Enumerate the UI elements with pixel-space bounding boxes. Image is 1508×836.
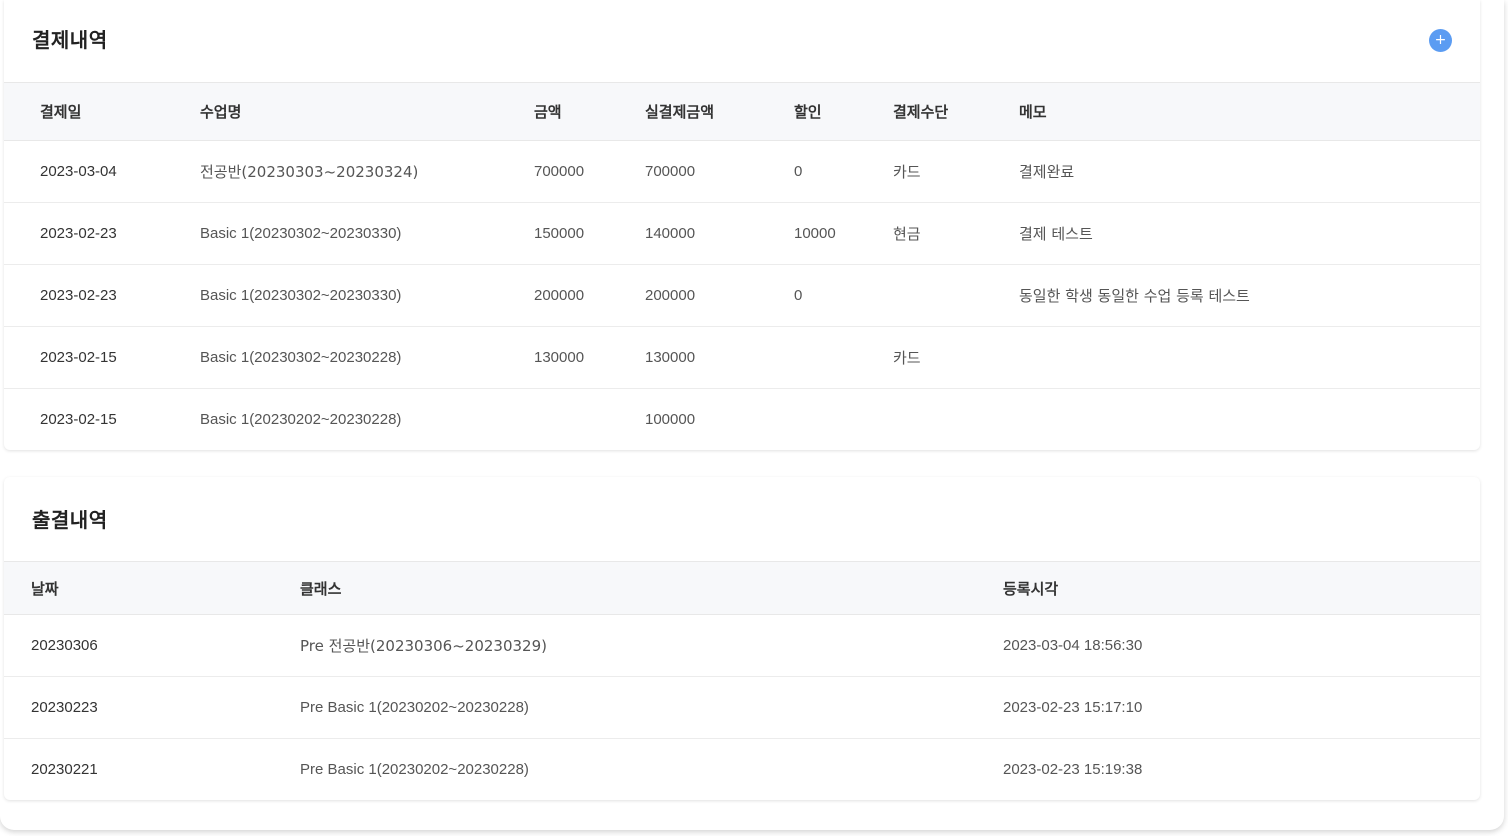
payment-date: 2023-02-23 bbox=[4, 264, 200, 327]
payment-amount: 150000 bbox=[534, 202, 645, 265]
attendance-date: 20230306 bbox=[4, 614, 300, 677]
payment-table: 결제일 수업명 금액 실결제금액 할인 결제수단 메모 2023-03-04 전… bbox=[4, 82, 1480, 450]
payment-class-name: Basic 1(20230302~20230330) bbox=[200, 202, 534, 265]
payment-paid-amount: 140000 bbox=[645, 202, 794, 265]
attendance-class: Pre Basic 1(20230202~20230228) bbox=[300, 676, 1003, 739]
payment-row[interactable]: 2023-02-15 Basic 1(20230202~20230228) 10… bbox=[4, 389, 1480, 451]
attendance-class: Pre Basic 1(20230202~20230228) bbox=[300, 761, 529, 779]
attendance-registered-time: 2023-02-23 15:19:38 bbox=[1003, 761, 1143, 779]
payment-date: 2023-03-04 bbox=[4, 140, 200, 203]
attendance-row[interactable]: 20230306 Pre 전공반(20230306~20230329) 2023… bbox=[4, 614, 1480, 677]
payment-method: 카드 bbox=[893, 326, 1019, 389]
attendance-row[interactable]: 20230221 Pre Basic 1(20230202~20230228) … bbox=[4, 739, 1480, 801]
attendance-history-card: 출결내역 날짜 클래스 등록시각 20230306 Pre 전공반(202303… bbox=[4, 477, 1480, 800]
payment-amount: 200000 bbox=[534, 264, 645, 327]
payment-class-name: Basic 1(20230302~20230228) bbox=[200, 326, 534, 389]
payment-paid-amount: 200000 bbox=[645, 264, 794, 327]
payment-paid-amount: 100000 bbox=[645, 411, 696, 429]
attendance-history-title: 출결내역 bbox=[32, 508, 108, 532]
column-header-class[interactable]: 클래스 bbox=[300, 561, 1003, 615]
payment-row[interactable]: 2023-02-23 Basic 1(20230302~20230330) 15… bbox=[4, 202, 1480, 265]
payment-paid-amount: 700000 bbox=[645, 140, 794, 203]
payment-class-name: Basic 1(20230202~20230228) bbox=[200, 411, 402, 429]
payment-date: 2023-02-15 bbox=[40, 411, 117, 429]
payment-discount: 10000 bbox=[794, 202, 893, 265]
column-header-payment-date[interactable]: 결제일 bbox=[4, 82, 200, 141]
column-header-paid-amount[interactable]: 실결제금액 bbox=[645, 82, 794, 141]
payment-amount: 700000 bbox=[534, 140, 645, 203]
attendance-table-header: 날짜 클래스 등록시각 bbox=[4, 561, 1480, 615]
attendance-class: Pre 전공반(20230306~20230329) bbox=[300, 614, 1003, 677]
column-header-class-name[interactable]: 수업명 bbox=[200, 82, 534, 141]
payment-history-title: 결제내역 bbox=[32, 28, 108, 52]
payment-row[interactable]: 2023-02-15 Basic 1(20230302~20230228) 13… bbox=[4, 326, 1480, 389]
column-header-amount[interactable]: 금액 bbox=[534, 82, 645, 141]
column-header-payment-method[interactable]: 결제수단 bbox=[893, 82, 1019, 141]
payment-row[interactable]: 2023-02-23 Basic 1(20230302~20230330) 20… bbox=[4, 264, 1480, 327]
attendance-row[interactable]: 20230223 Pre Basic 1(20230202~20230228) … bbox=[4, 676, 1480, 739]
payment-discount: 0 bbox=[794, 140, 893, 203]
column-header-memo[interactable]: 메모 bbox=[1019, 82, 1480, 141]
attendance-date: 20230223 bbox=[4, 676, 300, 739]
attendance-registered-time: 2023-02-23 15:17:10 bbox=[1003, 676, 1480, 739]
payment-amount: 130000 bbox=[534, 326, 645, 389]
payment-method: 현금 bbox=[893, 202, 1019, 265]
attendance-registered-time: 2023-03-04 18:56:30 bbox=[1003, 614, 1480, 677]
payment-paid-amount: 130000 bbox=[645, 326, 794, 389]
payment-discount: 0 bbox=[794, 264, 893, 327]
payment-amount bbox=[534, 389, 645, 451]
payment-method bbox=[893, 264, 1019, 327]
payment-memo: 동일한 학생 동일한 수업 등록 테스트 bbox=[1019, 264, 1480, 327]
payment-memo bbox=[1019, 326, 1480, 389]
payment-date: 2023-02-23 bbox=[4, 202, 200, 265]
payment-table-header: 결제일 수업명 금액 실결제금액 할인 결제수단 메모 bbox=[4, 82, 1480, 141]
payment-row[interactable]: 2023-03-04 전공반(20230303~20230324) 700000… bbox=[4, 140, 1480, 203]
column-header-date[interactable]: 날짜 bbox=[4, 561, 300, 615]
column-header-discount[interactable]: 할인 bbox=[794, 82, 893, 141]
payment-memo bbox=[1019, 389, 1480, 451]
payment-discount bbox=[794, 389, 893, 451]
column-header-registered-time[interactable]: 등록시각 bbox=[1003, 561, 1480, 615]
attendance-table: 날짜 클래스 등록시각 20230306 Pre 전공반(20230306~20… bbox=[4, 561, 1480, 800]
payment-history-card: 결제내역 + 결제일 수업명 금액 실결제금액 할인 결제수단 메모 2023- bbox=[4, 0, 1480, 450]
payment-method: 카드 bbox=[893, 140, 1019, 203]
page-container: 결제내역 + 결제일 수업명 금액 실결제금액 할인 결제수단 메모 2023- bbox=[0, 0, 1504, 830]
payment-class-name: Basic 1(20230302~20230330) bbox=[200, 264, 534, 327]
payment-class-name: 전공반(20230303~20230324) bbox=[200, 140, 534, 203]
payment-method bbox=[893, 389, 1019, 451]
payment-memo: 결제완료 bbox=[1019, 140, 1480, 203]
payment-memo: 결제 테스트 bbox=[1019, 202, 1480, 265]
attendance-date: 20230221 bbox=[31, 761, 98, 779]
payment-date: 2023-02-15 bbox=[4, 326, 200, 389]
add-payment-button[interactable]: + bbox=[1429, 29, 1452, 52]
payment-discount bbox=[794, 326, 893, 389]
